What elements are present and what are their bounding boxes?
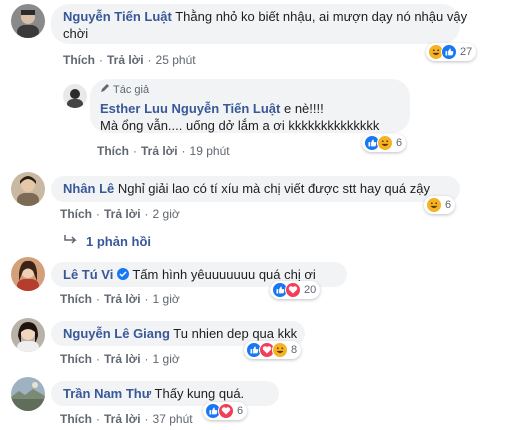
comment-text: Tu nhien dep qua kkk <box>173 326 298 341</box>
love-icon <box>285 282 301 298</box>
timestamp[interactable]: 25 phút <box>156 53 196 67</box>
commenter-name[interactable]: Nhân Lê <box>63 181 114 196</box>
comment-bubble: Trần Nam Thư Thấy kung quá. <box>51 381 279 406</box>
commenter-name[interactable]: Trần Nam Thư <box>63 386 151 401</box>
avatar[interactable] <box>11 318 45 352</box>
commenter-name[interactable]: Esther Luu <box>100 101 168 116</box>
timestamp[interactable]: 2 giờ <box>153 207 180 221</box>
comment-text-line2: chời <box>63 26 89 41</box>
comment-bubble: Tác giả Esther Luu Nguyễn Tiến Luật e nè… <box>90 79 410 133</box>
avatar[interactable] <box>11 4 45 38</box>
commenter-name[interactable]: Lê Tú Vi <box>63 267 113 282</box>
reaction-count[interactable]: 6 <box>424 196 456 214</box>
reply-button[interactable]: Trả lời <box>104 412 141 426</box>
reply-button[interactable]: Trả lời <box>104 352 141 366</box>
reaction-count[interactable]: 6 <box>362 134 407 152</box>
reply-button[interactable]: Trả lời <box>104 292 141 306</box>
author-tag: Tác giả <box>100 82 400 99</box>
reaction-count[interactable]: 27 <box>426 43 477 61</box>
haha-icon <box>377 135 393 151</box>
comment-text-line2: Mà ổng vẫn.... uống dở lắm a ơi kkkkkkkk… <box>100 118 380 133</box>
reaction-count[interactable]: 20 <box>270 281 321 299</box>
comment-text: Thấy kung quá. <box>154 386 245 401</box>
reaction-number: 6 <box>396 137 403 149</box>
timestamp[interactable]: 37 phút <box>153 412 193 426</box>
like-button[interactable]: Thích <box>60 412 92 426</box>
timestamp[interactable]: 1 giờ <box>153 352 180 366</box>
reaction-number: 6 <box>445 199 452 211</box>
timestamp[interactable]: 1 giờ <box>153 292 180 306</box>
timestamp[interactable]: 19 phút <box>190 144 230 158</box>
author-tag-label: Tác giả <box>113 84 150 96</box>
like-button[interactable]: Thích <box>60 292 92 306</box>
comment-text: Nghỉ giải lao có tí xíu mà chị viết được… <box>117 181 430 196</box>
comment-actions: Thích · Trả lời · 1 giờ <box>60 292 180 306</box>
haha-icon <box>272 342 288 358</box>
comment-actions: Thích · Trả lời · 19 phút <box>97 144 230 158</box>
haha-icon <box>426 197 442 213</box>
avatar[interactable] <box>63 84 87 108</box>
avatar[interactable] <box>11 377 45 411</box>
commenter-name[interactable]: Nguyễn Lê Giang <box>63 326 170 341</box>
like-button[interactable]: Thích <box>63 53 95 67</box>
replies-count-label: 1 phản hồi <box>86 234 151 249</box>
like-button[interactable]: Thích <box>97 144 129 158</box>
love-icon <box>218 403 234 419</box>
pencil-icon <box>100 82 110 99</box>
reaction-count[interactable]: 6 <box>203 402 248 420</box>
view-replies-link[interactable]: 1 phản hồi <box>64 234 151 249</box>
reaction-number: 6 <box>237 405 244 417</box>
comment-text: Tấm hình yêuuuuuuu quá chị ơi <box>132 267 316 282</box>
mention[interactable]: Nguyễn Tiến Luật <box>172 101 281 116</box>
comment-actions: Thích · Trả lời · 1 giờ <box>60 352 180 366</box>
comment-text: Thằng nhỏ ko biết nhậu, ai mượn dạy nó n… <box>175 9 468 24</box>
reaction-count[interactable]: 8 <box>244 341 302 359</box>
reaction-number: 27 <box>460 46 473 58</box>
commenter-name[interactable]: Nguyễn Tiến Luật <box>63 9 172 24</box>
avatar[interactable] <box>11 257 45 291</box>
verified-icon <box>116 267 129 282</box>
like-button[interactable]: Thích <box>60 207 92 221</box>
reply-arrow-icon <box>64 234 78 249</box>
like-button[interactable]: Thích <box>60 352 92 366</box>
comment-actions: Thích · Trả lời · 2 giờ <box>60 207 180 221</box>
comment-bubble: Nguyễn Tiến Luật Thằng nhỏ ko biết nhậu,… <box>51 4 467 44</box>
reply-button[interactable]: Trả lời <box>107 53 144 67</box>
reply-button[interactable]: Trả lời <box>141 144 178 158</box>
comment-actions: Thích · Trả lời · 37 phút <box>60 412 193 426</box>
comment-actions: Thích · Trả lời · 25 phút <box>63 53 196 67</box>
like-icon <box>441 44 457 60</box>
reaction-number: 8 <box>291 344 298 356</box>
comment-text: e nè!!!! <box>283 101 324 116</box>
reaction-number: 20 <box>304 284 317 296</box>
comment-bubble: Nhân Lê Nghỉ giải lao có tí xíu mà chị v… <box>51 176 460 202</box>
reply-button[interactable]: Trả lời <box>104 207 141 221</box>
avatar[interactable] <box>11 172 45 206</box>
